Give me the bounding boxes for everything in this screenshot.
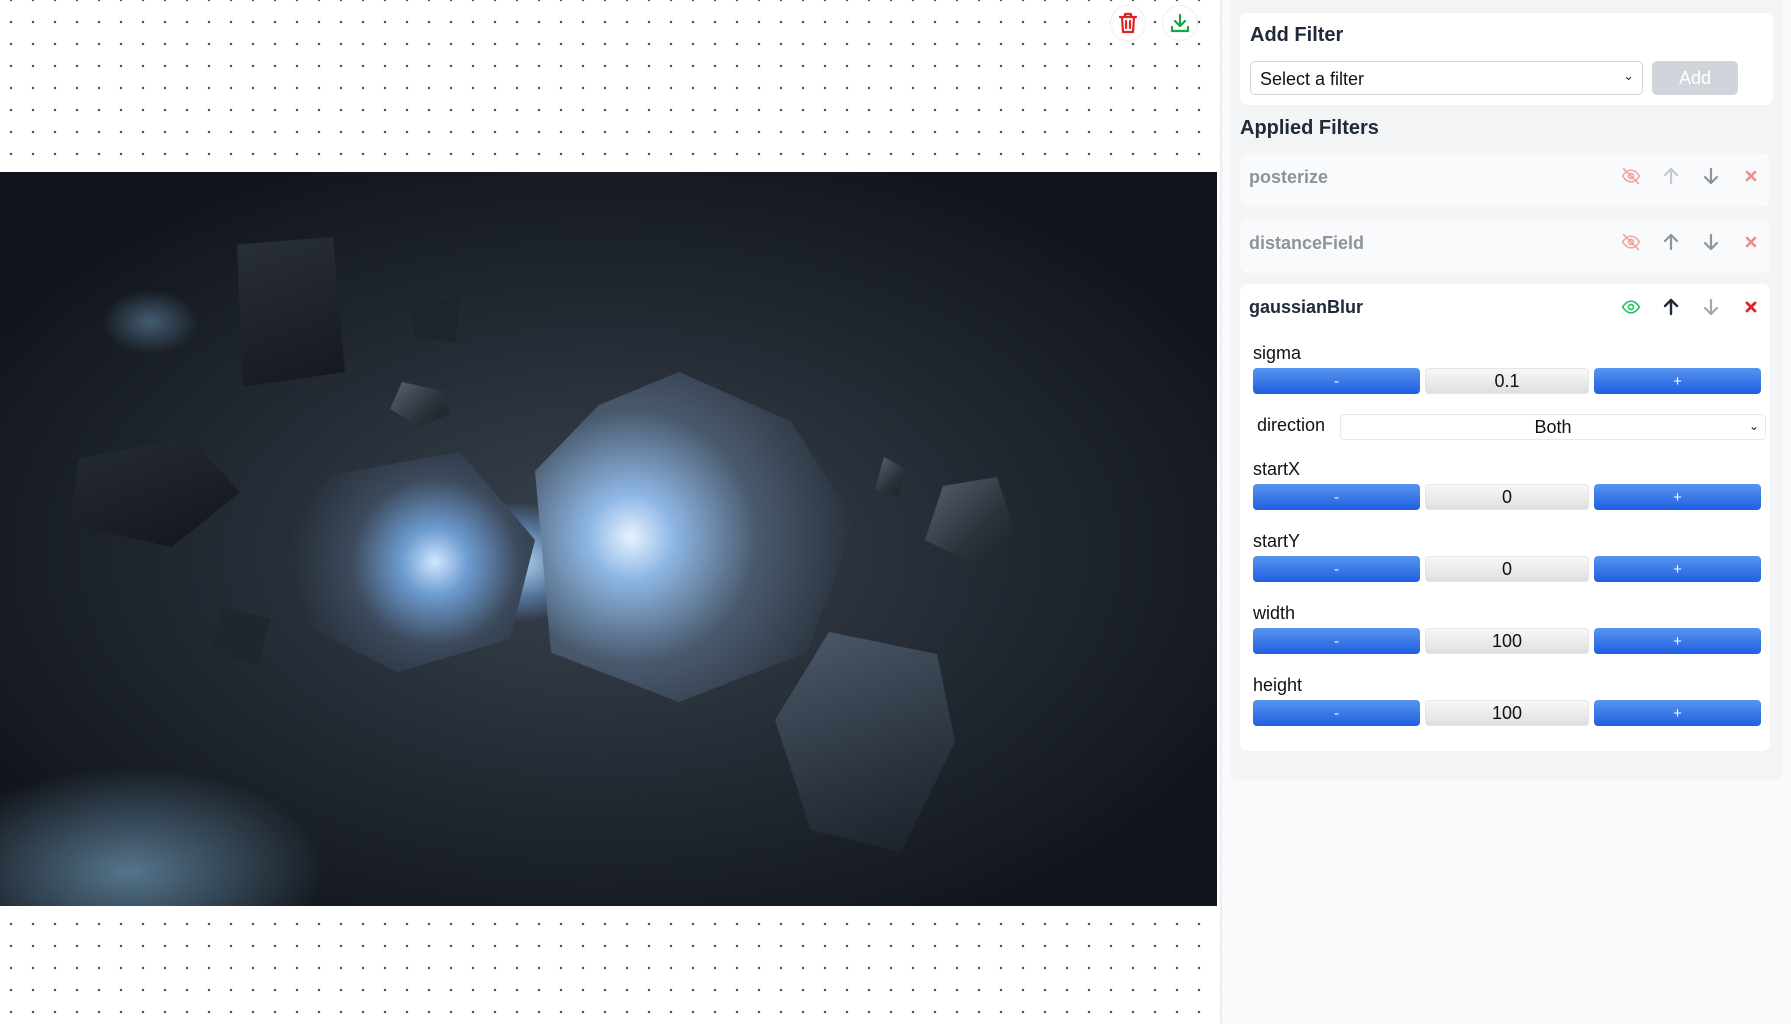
applied-filters-title: Applied Filters [1240, 117, 1379, 139]
width-label: width [1253, 603, 1296, 623]
add-filter-card: Add Filter Select a filter ⌄ Add [1240, 13, 1773, 105]
filter-name: posterize [1249, 167, 1329, 187]
move-down-button[interactable] [1692, 160, 1730, 192]
preview-image [0, 172, 1217, 906]
download-image-button[interactable] [1162, 5, 1198, 41]
filter-item-posterize: posterize [1240, 153, 1770, 207]
remove-filter-button[interactable] [1732, 226, 1770, 258]
close-icon [1745, 170, 1757, 182]
delete-image-button[interactable] [1110, 5, 1146, 41]
width-increment-button[interactable]: + [1594, 628, 1761, 654]
toggle-visibility-button[interactable] [1612, 226, 1650, 258]
width-stepper: - 100 + [1253, 628, 1761, 654]
move-up-button[interactable] [1652, 160, 1690, 192]
toggle-visibility-button[interactable] [1612, 160, 1650, 192]
filter-item-gaussianblur: gaussianBlur sigma - 0.1 + direction Bot… [1240, 284, 1770, 751]
startx-stepper: - 0 + [1253, 484, 1761, 510]
filter-name: distanceField [1249, 233, 1365, 253]
startx-decrement-button[interactable]: - [1253, 484, 1420, 510]
move-up-button[interactable] [1652, 226, 1690, 258]
arrow-down-icon [1703, 298, 1719, 316]
trash-icon [1118, 12, 1138, 34]
sigma-stepper: - 0.1 + [1253, 368, 1761, 394]
arrow-up-icon [1663, 298, 1679, 316]
filter-name: gaussianBlur [1249, 297, 1364, 317]
arrow-down-icon [1703, 233, 1719, 251]
close-icon [1745, 301, 1757, 313]
starty-label: startY [1253, 531, 1301, 551]
arrow-up-icon [1663, 167, 1679, 185]
sigma-value[interactable]: 0.1 [1425, 368, 1589, 394]
sigma-increment-button[interactable]: + [1594, 368, 1761, 394]
starty-decrement-button[interactable]: - [1253, 556, 1420, 582]
height-increment-button[interactable]: + [1594, 700, 1761, 726]
chevron-down-icon: ⌄ [1623, 68, 1634, 83]
download-icon [1170, 13, 1190, 33]
move-down-button[interactable] [1692, 226, 1730, 258]
filter-select[interactable]: Select a filter ⌄ [1250, 61, 1643, 95]
sigma-label: sigma [1253, 343, 1302, 363]
height-value[interactable]: 100 [1425, 700, 1589, 726]
filter-item-distancefield: distanceField [1240, 219, 1770, 273]
arrow-down-icon [1703, 167, 1719, 185]
eye-off-icon [1621, 167, 1641, 185]
width-decrement-button[interactable]: - [1253, 628, 1420, 654]
eye-icon [1621, 300, 1641, 314]
arrow-up-icon [1663, 233, 1679, 251]
close-icon [1745, 236, 1757, 248]
toggle-visibility-button[interactable] [1612, 291, 1650, 323]
starty-increment-button[interactable]: + [1594, 556, 1761, 582]
starty-value[interactable]: 0 [1425, 556, 1589, 582]
height-decrement-button[interactable]: - [1253, 700, 1420, 726]
startx-increment-button[interactable]: + [1594, 484, 1761, 510]
eye-off-icon [1621, 233, 1641, 251]
width-value[interactable]: 100 [1425, 628, 1589, 654]
add-filter-button[interactable]: Add [1652, 61, 1738, 95]
height-stepper: - 100 + [1253, 700, 1761, 726]
sigma-decrement-button[interactable]: - [1253, 368, 1420, 394]
remove-filter-button[interactable] [1732, 291, 1770, 323]
filter-panel: Add Filter Select a filter ⌄ Add Applied… [1222, 0, 1791, 1024]
move-down-button[interactable] [1692, 291, 1730, 323]
add-filter-title: Add Filter [1250, 24, 1344, 46]
remove-filter-button[interactable] [1732, 160, 1770, 192]
height-label: height [1253, 675, 1303, 695]
starty-stepper: - 0 + [1253, 556, 1761, 582]
startx-value[interactable]: 0 [1425, 484, 1589, 510]
chevron-down-icon: ⌄ [1748, 419, 1759, 433]
direction-label: direction [1257, 415, 1326, 435]
move-up-button[interactable] [1652, 291, 1690, 323]
direction-select[interactable]: Both ⌄ [1340, 414, 1766, 440]
startx-label: startX [1253, 459, 1301, 479]
canvas-area [0, 0, 1220, 1024]
